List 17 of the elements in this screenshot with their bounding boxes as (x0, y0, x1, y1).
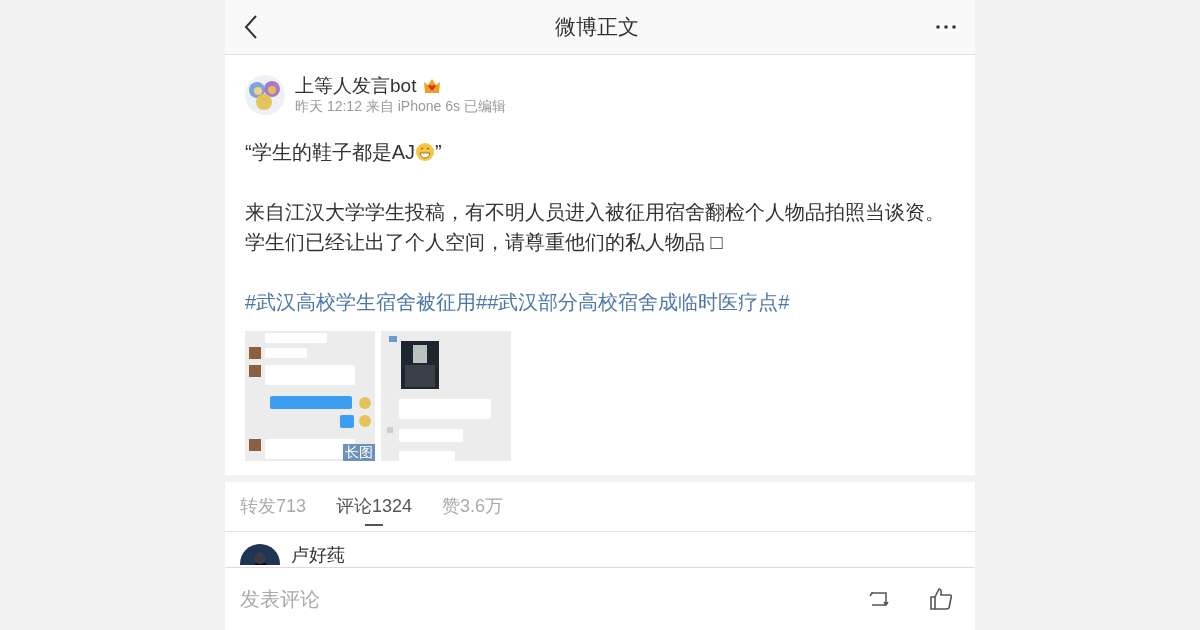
tab[interactable]: 评论1324 (336, 482, 413, 531)
long-image-badge: 长图 (343, 444, 375, 461)
comment-input[interactable]: 发表评论 (240, 584, 867, 614)
post-text: 学生们已经让出了个人空间，请尊重他们的私人物品 □ (245, 230, 724, 255)
more-icon[interactable] (935, 24, 957, 30)
repost-icon[interactable] (867, 589, 891, 609)
post-text: 来自江汉大学学生投稿，有不明人员进入被征用宿舍翻检个人物品拍照当谈资。 (245, 200, 946, 225)
grin-emoji-icon (415, 142, 435, 162)
page-title: 微博正文 (555, 14, 639, 41)
hashtag-link[interactable]: #武汉高校学生宿舍被征用##武汉部分高校宿舍成临时医疗点# (245, 287, 955, 317)
commenter-name[interactable]: 卢好莼 (291, 545, 345, 566)
post-text: “学生的鞋子都是AJ (245, 140, 415, 165)
back-icon[interactable] (243, 14, 259, 40)
post-text: ” (435, 140, 442, 165)
like-icon[interactable] (929, 587, 953, 611)
author-name[interactable]: 上等人发言bot (295, 75, 417, 97)
post-meta: 昨天 12:12 来自 iPhone 6s 已编辑 (295, 97, 506, 115)
